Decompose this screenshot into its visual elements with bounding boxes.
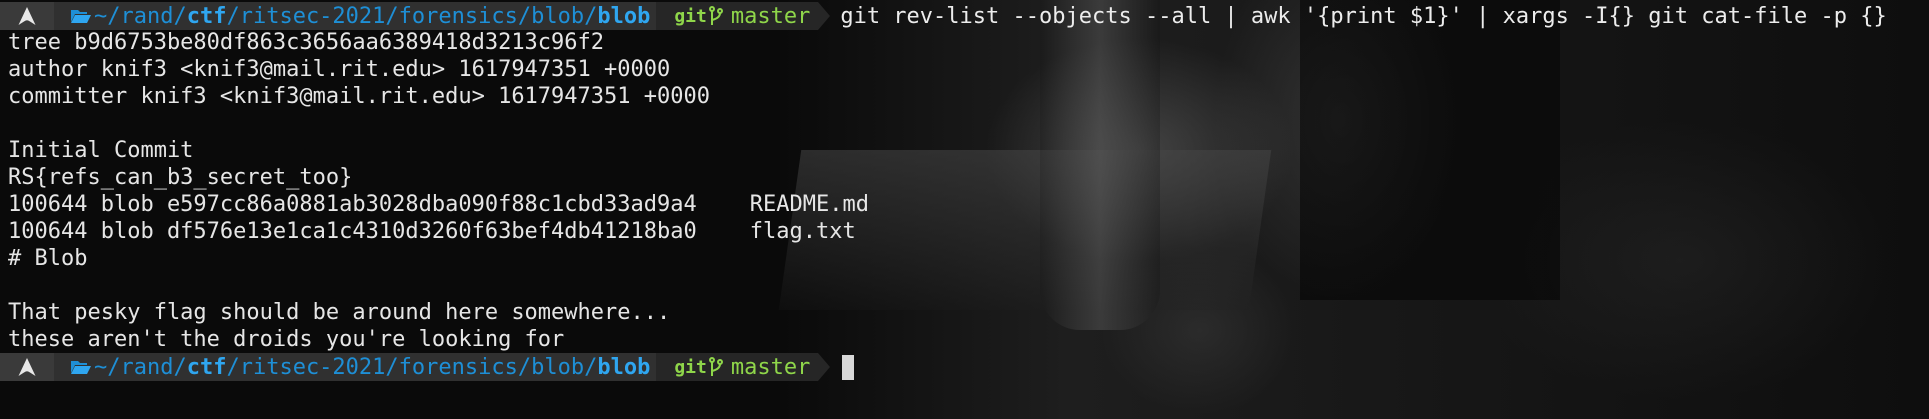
output-line: # Blob bbox=[8, 246, 88, 271]
folder-open-icon bbox=[71, 10, 91, 23]
path-middle: /ritsec-2021/forensics/blob/ bbox=[226, 354, 598, 380]
path-prefix: ~/rand/ bbox=[94, 3, 187, 29]
output-line: these aren't the droids you're looking f… bbox=[8, 327, 565, 352]
git-branch-icon bbox=[708, 6, 723, 25]
text-cursor[interactable] bbox=[842, 354, 855, 380]
prompt-git-segment: git master bbox=[656, 2, 819, 30]
arch-linux-icon bbox=[18, 7, 36, 25]
prompt-git-segment: git master bbox=[656, 353, 819, 381]
prompt-os-segment bbox=[0, 353, 54, 381]
output-line-flag: RS{refs_can_b3_secret_too} bbox=[8, 165, 353, 190]
git-label: git bbox=[674, 356, 707, 378]
prompt-path-segment: ~/rand/ctf/ritsec-2021/forensics/blob/bl… bbox=[54, 2, 657, 30]
output-line: Initial Commit bbox=[8, 138, 194, 163]
arch-linux-icon bbox=[18, 358, 36, 376]
output-line: 100644 blob df576e13e1ca1c4310d3260f63be… bbox=[8, 219, 856, 244]
terminal-content: ~/rand/ctf/ritsec-2021/forensics/blob/bl… bbox=[0, 0, 1929, 419]
prompt-separator bbox=[818, 2, 831, 30]
prompt-path-segment: ~/rand/ctf/ritsec-2021/forensics/blob/bl… bbox=[54, 353, 657, 381]
folder-open-icon bbox=[71, 361, 91, 374]
output-line: That pesky flag should be around here so… bbox=[8, 300, 671, 325]
git-branch-name: master bbox=[730, 3, 811, 29]
path-prefix: ~/rand/ bbox=[94, 354, 187, 380]
output-line: 100644 blob e597cc86a0881ab3028dba090f88… bbox=[8, 192, 869, 217]
output-line: author knif3 <knif3@mail.rit.edu> 161794… bbox=[8, 57, 671, 82]
command-text: git rev-list --objects --all | awk '{pri… bbox=[840, 3, 1887, 29]
prompt-line-2[interactable]: ~/rand/ctf/ritsec-2021/forensics/blob/bl… bbox=[0, 353, 855, 381]
git-branch-icon bbox=[708, 357, 723, 376]
prompt-separator bbox=[818, 353, 831, 381]
output-line: tree b9d6753be80df863c3656aa6389418d3213… bbox=[8, 30, 605, 55]
git-branch-name: master bbox=[730, 354, 811, 380]
prompt-os-segment bbox=[0, 2, 54, 30]
path-middle: /ritsec-2021/forensics/blob/ bbox=[226, 3, 598, 29]
terminal-window[interactable]: ~/rand/ctf/ritsec-2021/forensics/blob/bl… bbox=[0, 0, 1929, 419]
path-leaf: blob bbox=[597, 354, 651, 380]
path-leaf: blob bbox=[597, 3, 651, 29]
path-ctf: ctf bbox=[186, 354, 227, 380]
path-ctf: ctf bbox=[186, 3, 227, 29]
output-line: committer knif3 <knif3@mail.rit.edu> 161… bbox=[8, 84, 710, 109]
git-label: git bbox=[674, 5, 707, 27]
prompt-line-1: ~/rand/ctf/ritsec-2021/forensics/blob/bl… bbox=[0, 2, 1887, 30]
